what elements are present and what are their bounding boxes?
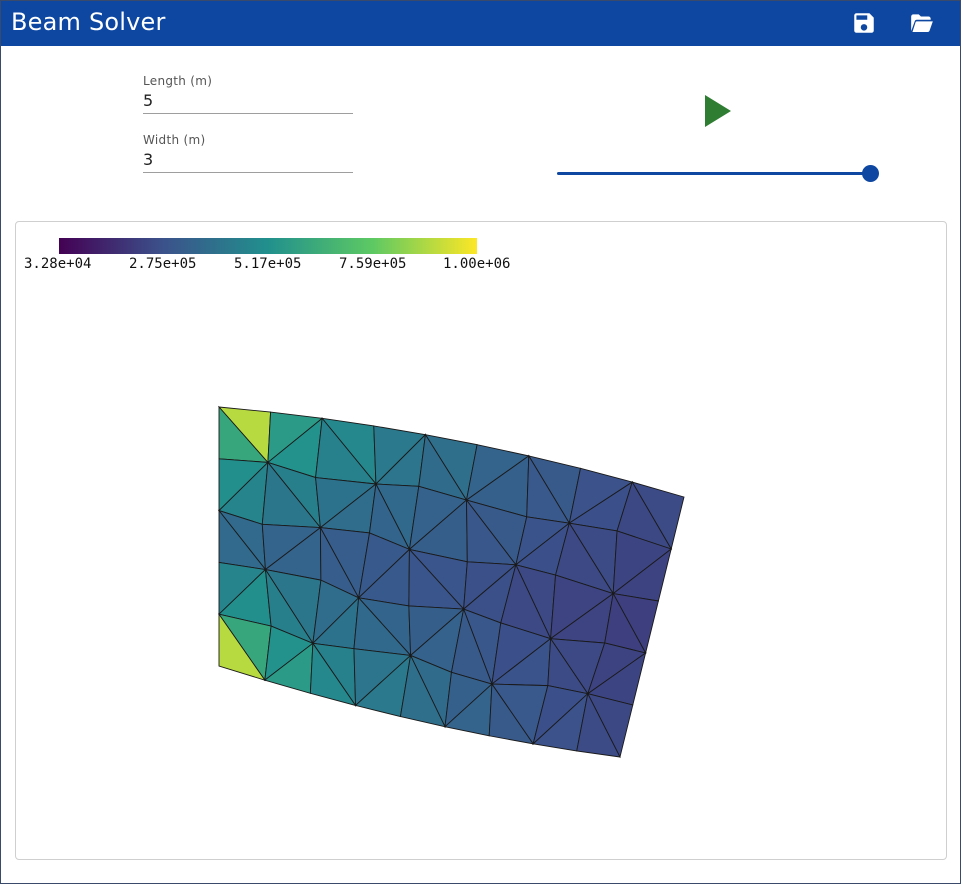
length-field[interactable]: Length (m) 5 (143, 74, 353, 114)
length-label: Length (m) (143, 74, 213, 88)
save-icon[interactable] (851, 10, 877, 36)
length-input[interactable]: 5 (143, 91, 353, 111)
width-field[interactable]: Width (m) 3 (143, 133, 353, 173)
play-icon[interactable] (703, 93, 735, 129)
animation-slider-thumb[interactable] (862, 165, 879, 182)
folder-open-icon[interactable] (909, 10, 935, 36)
top-app-bar: Beam Solver (1, 1, 960, 46)
result-viewer[interactable]: 3.28e+04 2.75e+05 5.17e+05 7.59e+05 1.00… (15, 221, 947, 860)
app-window: Beam Solver Length (m) 5 Width (m) 3 3.2… (0, 0, 961, 884)
width-underline (143, 172, 353, 173)
app-title: Beam Solver (11, 8, 166, 36)
mesh-elements (217, 405, 685, 759)
length-underline (143, 113, 353, 114)
deformed-beam-mesh[interactable] (16, 222, 946, 859)
width-input[interactable]: 3 (143, 150, 353, 170)
animation-slider-track[interactable] (557, 172, 873, 175)
width-label: Width (m) (143, 133, 206, 147)
